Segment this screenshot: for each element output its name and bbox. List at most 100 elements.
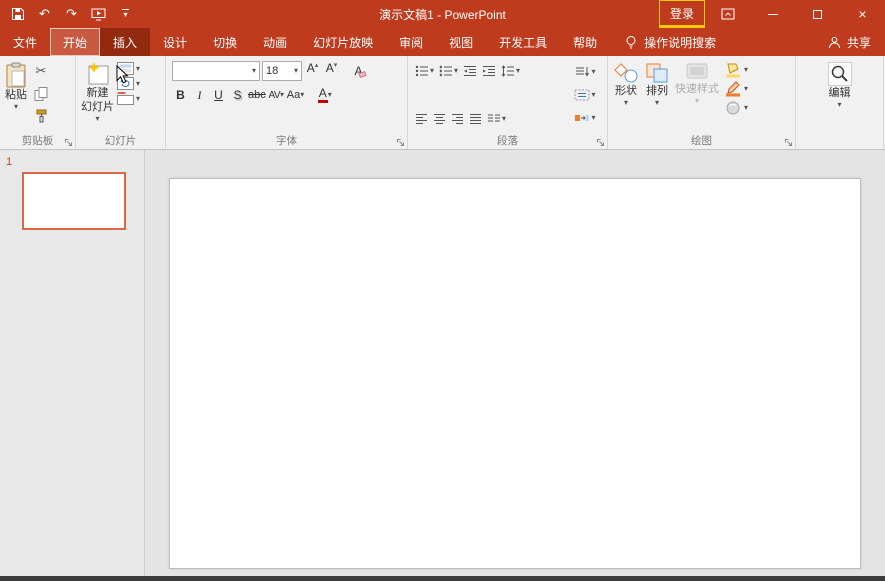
save-button[interactable] (4, 0, 31, 28)
minimize-button[interactable] (750, 0, 795, 28)
lightbulb-icon (626, 36, 636, 49)
arrange-caret-icon[interactable]: ▾ (655, 99, 659, 107)
shape-fill-button[interactable]: ▾ (724, 62, 748, 78)
arrange-button[interactable]: 排列 ▾ (642, 59, 672, 133)
format-painter-button[interactable] (30, 105, 52, 126)
close-button[interactable]: × (840, 0, 885, 28)
grow-font-label: A (306, 61, 315, 75)
align-right-button[interactable] (450, 109, 465, 129)
font-size-caret-icon[interactable]: ▾ (294, 67, 298, 75)
redo-button[interactable]: ↷ (58, 0, 85, 28)
slide[interactable] (169, 178, 861, 569)
quick-styles-button[interactable]: 快速样式 ▾ (672, 59, 722, 133)
editing-button[interactable]: 编辑 ▾ (825, 59, 855, 133)
clear-formatting-button[interactable]: A (350, 61, 367, 81)
maximize-button[interactable] (795, 0, 840, 28)
paragraph-dialog-launcher[interactable] (595, 137, 605, 147)
copy-button[interactable] (30, 83, 52, 104)
new-slide-button[interactable]: 新建 幻灯片 ▾ (78, 59, 117, 133)
bullets-button[interactable]: ▾ (414, 61, 435, 81)
justify-button[interactable] (468, 109, 483, 129)
paste-button[interactable]: 粘贴 ▾ (2, 59, 30, 133)
text-direction-button[interactable]: ▾ (567, 62, 603, 82)
editing-caret-icon[interactable]: ▾ (837, 101, 841, 109)
change-case-button[interactable]: Aa ▾ (287, 85, 304, 105)
underline-button[interactable]: U (210, 85, 227, 105)
font-dialog-launcher[interactable] (395, 137, 405, 147)
font-name-combo[interactable]: ▾ (172, 61, 260, 81)
convert-to-smartart-button[interactable]: ▾ (567, 108, 603, 128)
shape-effects-button[interactable]: ▾ (724, 100, 748, 116)
text-shadow-button[interactable]: S (229, 85, 246, 105)
start-slideshow-button[interactable] (85, 0, 112, 28)
reset-button[interactable]: ▾ (117, 77, 140, 90)
tab-insert[interactable]: 插入 (100, 28, 151, 56)
tab-view[interactable]: 视图 (436, 28, 486, 56)
font-name-caret-icon[interactable]: ▾ (252, 67, 256, 75)
sign-in-button[interactable]: 登录 (658, 0, 705, 28)
customize-quick-access-button[interactable]: ▾ (112, 0, 139, 28)
font-size-combo[interactable]: ▾ (262, 61, 302, 81)
share-button[interactable]: 共享 (814, 28, 885, 56)
character-spacing-button[interactable]: AV ▾ (268, 85, 285, 105)
tab-transitions[interactable]: 切换 (200, 28, 250, 56)
font-size-input[interactable] (266, 65, 294, 77)
drawing-dialog-launcher[interactable] (783, 137, 793, 147)
tab-developer-label: 开发工具 (499, 35, 548, 50)
dialog-launcher-icon (64, 138, 72, 146)
text-direction-caret-icon: ▾ (591, 67, 596, 76)
layout-button[interactable]: ▾ (117, 62, 140, 75)
tab-home[interactable]: 开始 (50, 28, 101, 56)
tab-developer[interactable]: 开发工具 (486, 28, 560, 56)
section-button[interactable]: ▾ (117, 92, 140, 105)
slideshow-icon (91, 8, 106, 20)
drawing-small-buttons: ▾ ▾ ▾ (724, 59, 748, 133)
shape-outline-button[interactable]: ▾ (724, 81, 748, 97)
align-left-button[interactable] (414, 109, 429, 129)
quick-styles-caret-icon: ▾ (694, 96, 699, 106)
italic-button[interactable]: I (191, 85, 208, 105)
clipboard-dialog-launcher[interactable] (63, 137, 73, 147)
maximize-icon (813, 9, 822, 19)
columns-button[interactable]: ▾ (486, 109, 507, 129)
align-text-button[interactable]: ▾ (567, 85, 603, 105)
bold-button[interactable]: B (172, 85, 189, 105)
ribbon-display-options-button[interactable] (705, 0, 750, 28)
font-color-button[interactable]: A ▾ (316, 85, 333, 105)
shapes-caret-icon[interactable]: ▾ (624, 99, 628, 107)
decrease-indent-button[interactable] (462, 61, 478, 81)
group-paragraph: ▾ ▾ ▾ ▾ ▾ ▾ ▾ 段落 (408, 56, 608, 149)
grow-font-button[interactable]: A ▴ (304, 61, 321, 81)
titlebar-controls: 登录 × (658, 0, 885, 28)
paste-dropdown-caret-icon[interactable]: ▾ (14, 103, 18, 111)
share-label: 共享 (846, 35, 871, 50)
tab-review[interactable]: 审阅 (386, 28, 436, 56)
align-center-button[interactable] (432, 109, 447, 129)
tab-slideshow[interactable]: 幻灯片放映 (300, 28, 386, 56)
character-spacing-caret-icon: ▾ (280, 90, 285, 99)
numbering-button[interactable]: ▾ (438, 61, 459, 81)
undo-button[interactable]: ↶ (31, 0, 58, 28)
new-slide-dropdown-caret-icon[interactable]: ▾ (95, 115, 99, 123)
cut-button[interactable]: ✂ (30, 61, 52, 82)
titlebar: ↶ ↷ ▾ 演示文稿1 - PowerPoint 登录 × (0, 0, 885, 28)
sign-in-label: 登录 (669, 6, 694, 21)
tab-file[interactable]: 文件 (0, 28, 50, 56)
slide-thumbnails-panel[interactable]: 1 (0, 150, 145, 576)
tab-help[interactable]: 帮助 (560, 28, 610, 56)
shrink-font-button[interactable]: A ▾ (323, 61, 340, 81)
search-icon (831, 65, 848, 82)
tell-me-search[interactable]: 操作说明搜索 (624, 28, 716, 56)
tab-design[interactable]: 设计 (150, 28, 200, 56)
slide-thumbnail[interactable] (22, 172, 126, 230)
increase-indent-button[interactable] (481, 61, 497, 81)
strikethrough-button[interactable]: abc (248, 85, 266, 105)
dialog-launcher-icon (784, 138, 792, 146)
shapes-button[interactable]: 形状 ▾ (610, 59, 642, 133)
line-spacing-button[interactable]: ▾ (500, 61, 521, 81)
undo-icon: ↶ (39, 6, 50, 21)
font-name-input[interactable] (176, 65, 252, 77)
dialog-launcher-icon (396, 138, 404, 146)
paragraph-group-label: 段落 (497, 135, 518, 147)
tab-animations[interactable]: 动画 (250, 28, 300, 56)
